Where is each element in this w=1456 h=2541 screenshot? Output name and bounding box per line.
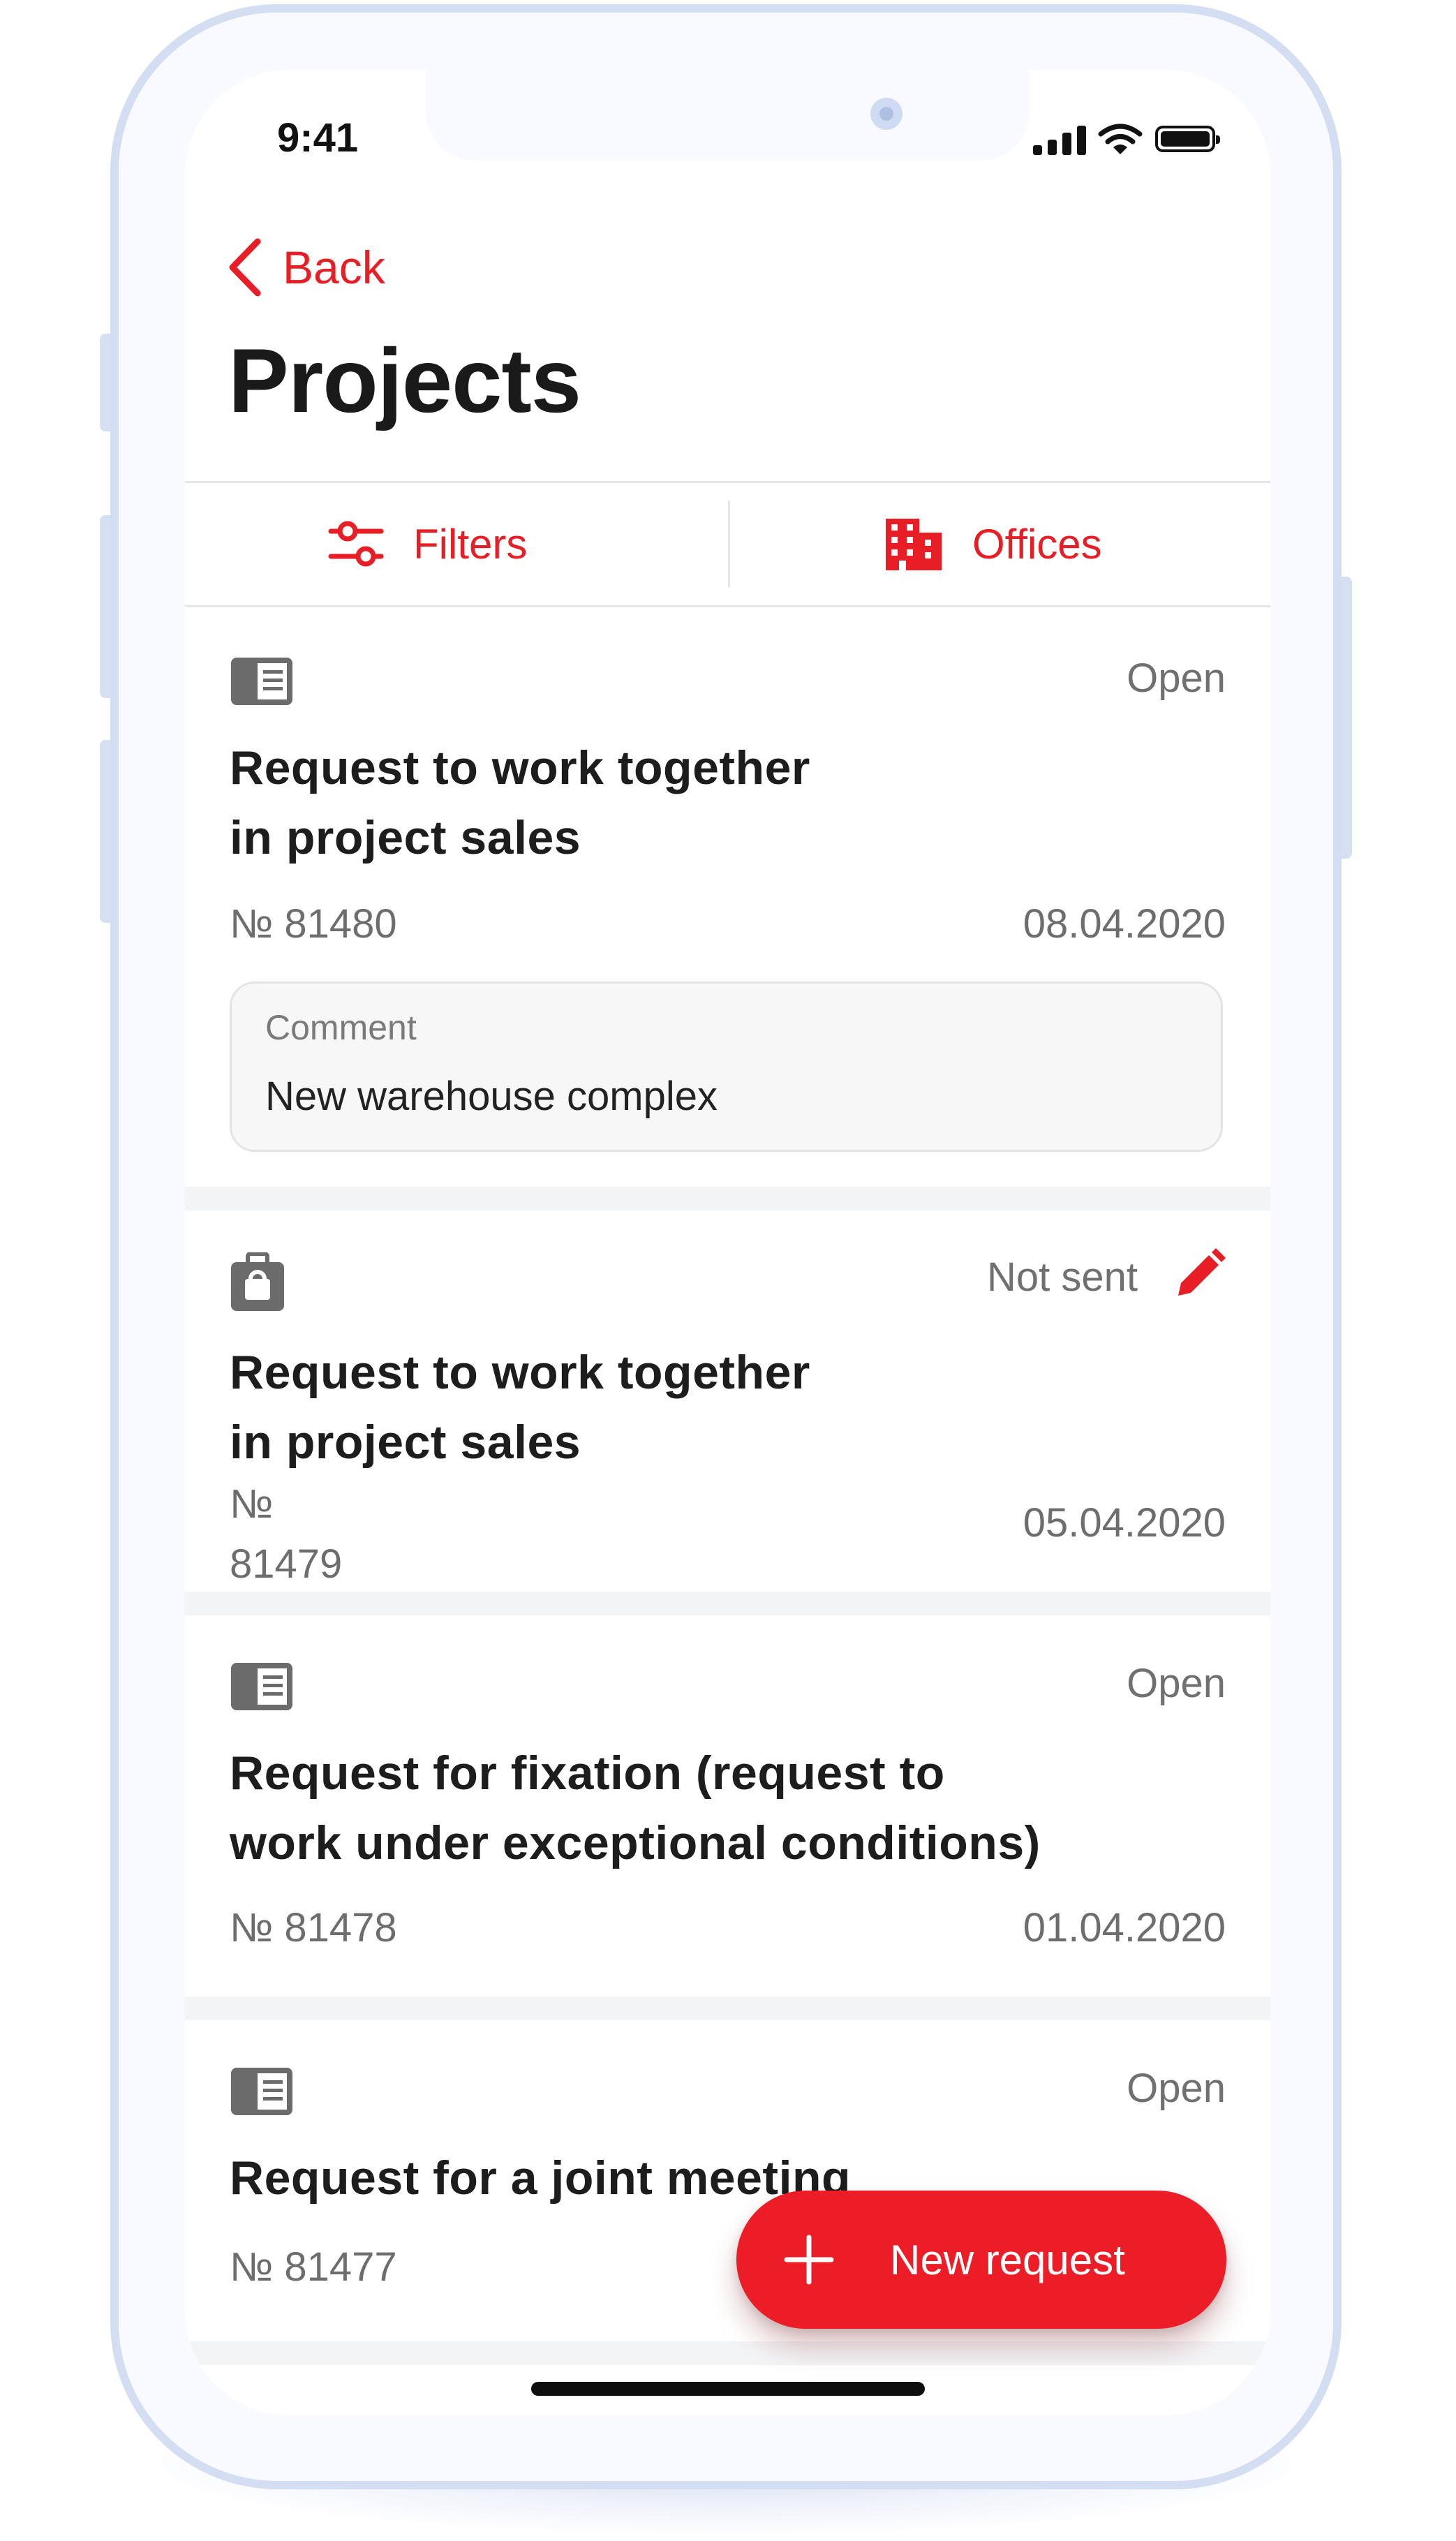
request-number: № 81479 <box>230 1481 343 1587</box>
card-separator <box>185 1592 1270 1615</box>
notch <box>426 70 1030 161</box>
request-date: 01.04.2020 <box>1023 1905 1226 1950</box>
request-card[interactable]: Not sent Request to work together in pro… <box>185 1210 1270 1618</box>
document-list-icon <box>231 1663 292 1710</box>
new-request-button[interactable]: New request <box>736 2191 1226 2329</box>
battery-icon <box>1155 126 1220 152</box>
back-button[interactable]: Back <box>227 236 385 299</box>
office-building-icon <box>886 519 942 570</box>
status-badge: Open <box>1127 655 1226 701</box>
request-number: № 81480 <box>230 901 397 947</box>
status-badge: Open <box>1127 1661 1226 1706</box>
card-separator <box>185 2341 1270 2365</box>
comment-text: New warehouse complex <box>265 1074 718 1119</box>
request-date: 05.04.2020 <box>1023 1500 1226 1546</box>
status-badge: Not sent <box>987 1254 1138 1300</box>
request-title: Request for fixation (request to work un… <box>230 1747 1041 1869</box>
filter-bar-divider <box>728 501 730 588</box>
status-time: 9:41 <box>277 115 359 161</box>
offices-label: Offices <box>972 520 1102 568</box>
home-indicator[interactable] <box>531 2382 925 2396</box>
plus-icon <box>784 2235 834 2285</box>
request-card[interactable]: Open Request to work together in project… <box>185 607 1270 1257</box>
new-request-label: New request <box>890 2236 1125 2283</box>
briefcase-icon <box>231 1252 284 1311</box>
edit-pencil-icon[interactable] <box>1173 1248 1226 1301</box>
request-title: Request to work together in project sale… <box>230 1346 810 1469</box>
cellular-signal-icon <box>1033 124 1087 155</box>
comment-label: Comment <box>265 1008 417 1047</box>
filters-label: Filters <box>413 520 528 568</box>
comment-box: Comment New warehouse complex <box>230 981 1223 1152</box>
request-date: 08.04.2020 <box>1023 901 1226 947</box>
sliders-icon <box>328 521 384 567</box>
request-title: Request to work together in project sale… <box>230 741 810 864</box>
app-screen: 9:41 Back Projects Filters Offices Open … <box>185 70 1270 2415</box>
back-label: Back <box>283 242 385 293</box>
card-separator <box>185 1996 1270 2020</box>
chevron-left-icon <box>229 238 261 297</box>
filters-button[interactable]: Filters <box>328 481 527 607</box>
offices-button[interactable]: Offices <box>884 481 1102 607</box>
request-number: № 81477 <box>230 2244 397 2290</box>
request-number: № 81478 <box>230 1905 397 1950</box>
document-list-icon <box>231 658 292 705</box>
card-separator <box>185 1187 1270 1210</box>
request-card[interactable]: Open Request for fixation (request to wo… <box>185 1615 1270 1996</box>
filter-bar: Filters Offices <box>185 481 1270 607</box>
front-camera <box>870 98 902 130</box>
status-badge: Open <box>1127 2066 1226 2111</box>
document-list-icon <box>231 2068 292 2115</box>
page-title: Projects <box>228 329 581 431</box>
wifi-icon <box>1098 124 1143 154</box>
